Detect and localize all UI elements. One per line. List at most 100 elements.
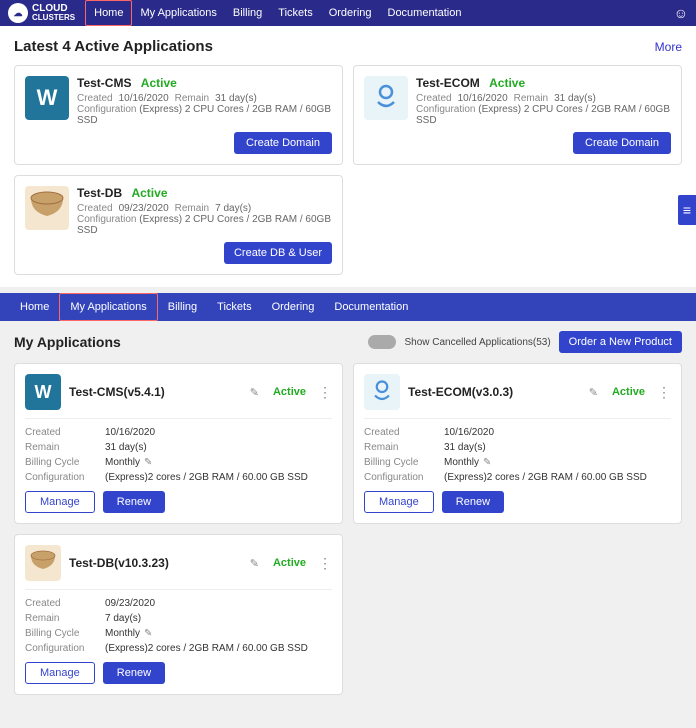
ecom-create-domain-button[interactable]: Create Domain xyxy=(573,132,671,154)
adc-db-config-row: Configuration (Express)2 cores / 2GB RAM… xyxy=(25,643,332,654)
cms-app-icon: W xyxy=(25,76,69,120)
toggle-label: Show Cancelled Applications(53) xyxy=(404,337,550,348)
cms-create-domain-button[interactable]: Create Domain xyxy=(234,132,332,154)
adc-db-status: Active xyxy=(273,557,306,569)
adc-ecom-title: Test-ECOM(v3.0.3) xyxy=(408,385,579,399)
adc-ecom-created-label: Created xyxy=(364,427,444,438)
second-nav-documentation[interactable]: Documentation xyxy=(324,293,418,321)
cms-meta: Created 10/16/2020 Remain 31 day(s) xyxy=(77,93,332,104)
detail-card-cms: W Test-CMS(v5.4.1) ✎ Active ⋮ Created 10… xyxy=(14,363,343,524)
my-apps-section: My Applications Show Cancelled Applicati… xyxy=(0,321,696,705)
adc-db-billing: Monthly xyxy=(105,628,140,639)
adc-ecom-dots-icon[interactable]: ⋮ xyxy=(657,384,671,401)
logo-text: CLOUD CLUSTERS xyxy=(32,3,75,23)
top-app-card-db: Test-DB Active Created 09/23/2020 Remain… xyxy=(14,175,343,275)
my-apps-title: My Applications xyxy=(14,334,121,350)
db-create-button[interactable]: Create DB & User xyxy=(224,242,332,264)
adc-db-edit-icon[interactable]: ✎ xyxy=(250,557,259,570)
ecom-remain-label: Remain xyxy=(514,93,548,104)
more-link[interactable]: More xyxy=(655,40,682,54)
db-created-label: Created xyxy=(77,203,113,214)
adc-db-renew-button[interactable]: Renew xyxy=(103,662,165,684)
adc-db-manage-button[interactable]: Manage xyxy=(25,662,95,684)
app-detail-grid: W Test-CMS(v5.4.1) ✎ Active ⋮ Created 10… xyxy=(14,363,682,695)
cms-info: Test-CMS Active Created 10/16/2020 Remai… xyxy=(77,76,332,126)
adc-db-config-label: Configuration xyxy=(25,643,105,654)
adc-db-billing-row: Billing Cycle Monthly ✎ xyxy=(25,628,332,639)
cms-created-label: Created xyxy=(77,93,113,104)
top-nav-tickets[interactable]: Tickets xyxy=(270,0,320,26)
adc-ecom-config-label: Configuration xyxy=(364,472,444,483)
section-title: Latest 4 Active Applications xyxy=(14,38,213,55)
top-nav-billing[interactable]: Billing xyxy=(225,0,270,26)
db-config: Configuration (Express) 2 CPU Cores / 2G… xyxy=(77,214,332,236)
order-new-product-button[interactable]: Order a New Product xyxy=(559,331,682,353)
logo: ☁ CLOUD CLUSTERS xyxy=(8,3,75,23)
adc-cms-billing-edit-icon[interactable]: ✎ xyxy=(144,457,152,468)
adc-ecom-renew-button[interactable]: Renew xyxy=(442,491,504,513)
adc-cms-dots-icon[interactable]: ⋮ xyxy=(318,384,332,401)
adc-cms-created-row: Created 10/16/2020 xyxy=(25,427,332,438)
adc-db-icon xyxy=(25,545,61,581)
adc-cms-created-label: Created xyxy=(25,427,105,438)
db-created: 09/23/2020 xyxy=(119,203,169,214)
adc-ecom-billing: Monthly xyxy=(444,457,479,468)
cms-remain-label: Remain xyxy=(175,93,209,104)
top-nav-home[interactable]: Home xyxy=(85,0,132,26)
top-nav-myapps[interactable]: My Applications xyxy=(132,0,224,26)
ecom-info: Test-ECOM Active Created 10/16/2020 Rema… xyxy=(416,76,671,126)
adc-ecom-remain: 31 day(s) xyxy=(444,442,486,453)
adc-ecom-billing-row: Billing Cycle Monthly ✎ xyxy=(364,457,671,468)
second-nav-tickets[interactable]: Tickets xyxy=(207,293,261,321)
adc-db-remain-label: Remain xyxy=(25,613,105,624)
show-cancelled-toggle[interactable] xyxy=(368,335,396,349)
cms-created: 10/16/2020 xyxy=(119,93,169,104)
adc-cms-config: (Express)2 cores / 2GB RAM / 60.00 GB SS… xyxy=(105,472,308,483)
cms-config-label: Configuration xyxy=(77,104,136,115)
top-nav-links: Home My Applications Billing Tickets Ord… xyxy=(85,0,674,26)
adc-cms-renew-button[interactable]: Renew xyxy=(103,491,165,513)
db-status: Active xyxy=(131,186,167,200)
adc-ecom-billing-edit-icon[interactable]: ✎ xyxy=(483,457,491,468)
ecom-config-label: Configuration xyxy=(416,104,475,115)
adc-cms-remain-row: Remain 31 day(s) xyxy=(25,442,332,453)
ecom-card-header: Test-ECOM Active Created 10/16/2020 Rema… xyxy=(364,76,671,126)
db-config-label: Configuration xyxy=(77,214,136,225)
db-info: Test-DB Active Created 09/23/2020 Remain… xyxy=(77,186,332,236)
top-nav-ordering[interactable]: Ordering xyxy=(321,0,380,26)
adc-ecom-manage-button[interactable]: Manage xyxy=(364,491,434,513)
second-nav-billing[interactable]: Billing xyxy=(158,293,207,321)
db-card-header: Test-DB Active Created 09/23/2020 Remain… xyxy=(25,186,332,236)
top-nav-documentation[interactable]: Documentation xyxy=(380,0,470,26)
second-nav-ordering[interactable]: Ordering xyxy=(262,293,325,321)
adc-cms-remain-label: Remain xyxy=(25,442,105,453)
scroll-button[interactable]: ≡ xyxy=(678,195,696,225)
second-nav-myapps[interactable]: My Applications xyxy=(59,293,157,321)
adc-cms-billing-row: Billing Cycle Monthly ✎ xyxy=(25,457,332,468)
ecom-created: 10/16/2020 xyxy=(458,93,508,104)
second-nav-home[interactable]: Home xyxy=(10,293,59,321)
detail-card-db: Test-DB(v10.3.23) ✎ Active ⋮ Created 09/… xyxy=(14,534,343,695)
db-title-row: Test-DB Active xyxy=(77,186,332,200)
adc-cms-actions: Manage Renew xyxy=(25,491,332,513)
adc-cms-config-label: Configuration xyxy=(25,472,105,483)
adc-cms-remain: 31 day(s) xyxy=(105,442,147,453)
adc-db-dots-icon[interactable]: ⋮ xyxy=(318,555,332,572)
adc-cms-edit-icon[interactable]: ✎ xyxy=(250,386,259,399)
adc-db-created-label: Created xyxy=(25,598,105,609)
user-icon[interactable]: ☺ xyxy=(674,5,688,21)
ecom-created-label: Created xyxy=(416,93,452,104)
adc-cms-header: W Test-CMS(v5.4.1) ✎ Active ⋮ xyxy=(25,374,332,419)
ecom-title-row: Test-ECOM Active xyxy=(416,76,671,90)
db-remain-label: Remain xyxy=(175,203,209,214)
ecom-status: Active xyxy=(489,76,525,90)
adc-db-remain: 7 day(s) xyxy=(105,613,141,624)
adc-ecom-created: 10/16/2020 xyxy=(444,427,494,438)
top-navbar: ☁ CLOUD CLUSTERS Home My Applications Bi… xyxy=(0,0,696,26)
db-meta: Created 09/23/2020 Remain 7 day(s) xyxy=(77,203,332,214)
adc-ecom-edit-icon[interactable]: ✎ xyxy=(589,386,598,399)
adc-ecom-billing-label: Billing Cycle xyxy=(364,457,444,468)
top-app-card-ecom: Test-ECOM Active Created 10/16/2020 Rema… xyxy=(353,65,682,165)
adc-db-billing-edit-icon[interactable]: ✎ xyxy=(144,628,152,639)
adc-cms-manage-button[interactable]: Manage xyxy=(25,491,95,513)
